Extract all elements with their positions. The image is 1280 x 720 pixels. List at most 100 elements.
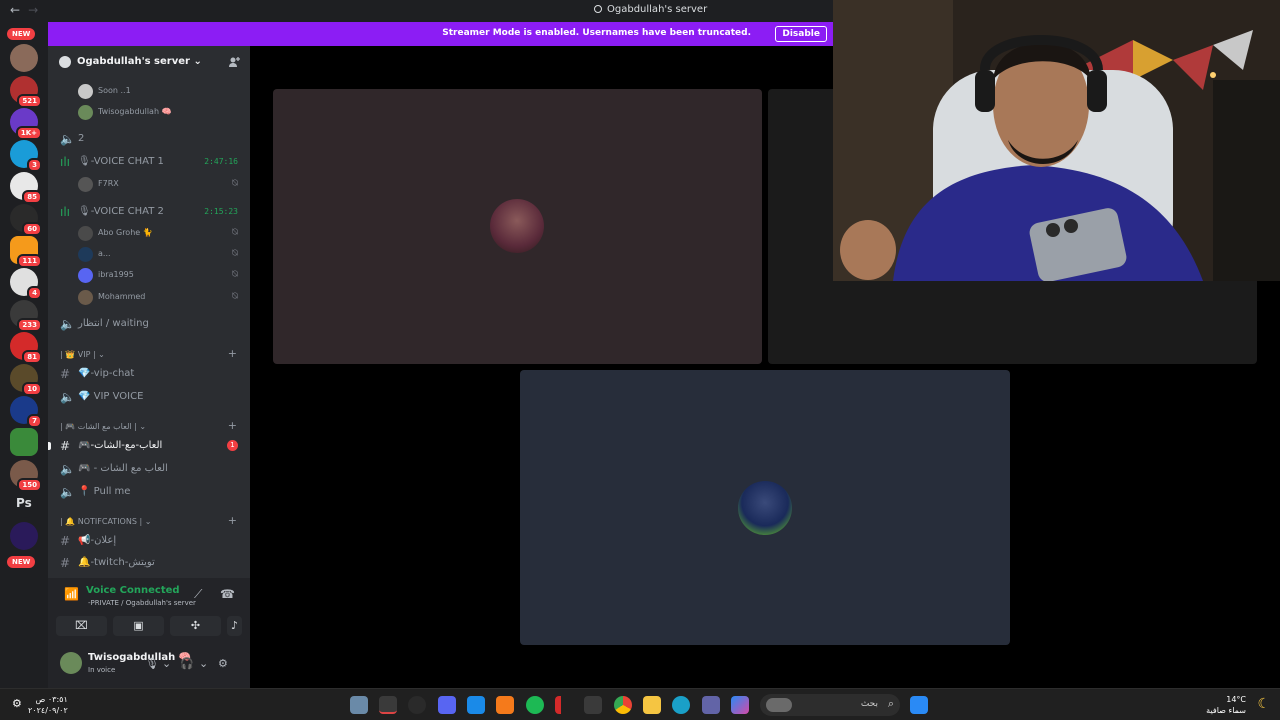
system-clock[interactable]: ٠٣:٥١ ص ٢٠٢٤/٠٩/٠٢: [28, 694, 68, 716]
weather-widget[interactable]: 14°C سماء صافية: [1206, 694, 1246, 716]
teams-icon[interactable]: [702, 696, 720, 714]
chevron-down-icon[interactable]: ⌄: [199, 657, 208, 670]
spotify-icon[interactable]: [526, 696, 544, 714]
screen-share-button[interactable]: ▣: [113, 616, 164, 636]
activities-button[interactable]: ✣: [170, 616, 221, 636]
store-icon[interactable]: [584, 696, 602, 714]
search-highlight-icon: [766, 698, 792, 712]
start-button-icon[interactable]: [910, 696, 928, 714]
signal-icon[interactable]: 📶: [64, 587, 79, 601]
server-icon-11[interactable]: 10: [10, 364, 42, 396]
voice-user[interactable]: ibra1995 ⍉: [48, 265, 250, 286]
server-icon-3[interactable]: 1K+: [10, 108, 42, 140]
text-channel-vip-chat[interactable]: # 💎-vip-chat: [48, 364, 250, 384]
participant-tile-3[interactable]: [520, 370, 1010, 645]
voice-channel-pull-me[interactable]: 🔈 📍 Pull me: [48, 482, 250, 502]
voice-channel-chat-1[interactable]: ılı 🎙-VOICE CHAT 1 2:47:16: [48, 152, 250, 172]
category-games[interactable]: | 🎮 العاب مع الشات | ⌄: [60, 422, 146, 431]
create-channel-icon[interactable]: +: [228, 347, 237, 360]
server-icon-8[interactable]: 4: [10, 268, 42, 300]
avatar[interactable]: [60, 652, 82, 674]
avatar: [78, 226, 93, 241]
nav-arrows: ← →: [10, 3, 46, 17]
voice-channel-games[interactable]: 🔈 🎮 - العاب مع الشات: [48, 459, 250, 479]
server-icon-2[interactable]: 521: [10, 76, 42, 108]
server-icon-ps[interactable]: Ps: [10, 490, 38, 518]
server-name: Ogabdullah's server ⌄: [77, 56, 202, 67]
server-icon-1[interactable]: [10, 44, 38, 72]
speaker-icon: 🔈: [60, 390, 75, 404]
server-icon-6[interactable]: 60: [10, 204, 42, 236]
channel-sidebar: Ogabdullah's server ⌄ Soon ..1 Twisogabd…: [48, 46, 250, 688]
app-icon-6[interactable]: [496, 696, 514, 714]
text-channel-twitch[interactable]: # 🔔-twitch-تويتش: [48, 553, 250, 573]
voice-status[interactable]: Voice Connected: [86, 585, 180, 596]
server-icon-7[interactable]: 111: [10, 236, 42, 268]
screen-share-icon: ▣: [133, 619, 144, 632]
headphones-icon[interactable]: 🎧: [180, 657, 194, 670]
current-user-status: In voice: [88, 666, 116, 674]
soundboard-icon: ♪: [230, 619, 239, 632]
disconnect-icon[interactable]: ☎: [220, 587, 235, 601]
settings-gear-icon[interactable]: ⚙: [218, 657, 228, 670]
create-channel-icon[interactable]: +: [228, 514, 237, 527]
voice-channel-waiting[interactable]: 🔈 انتظار / waiting: [48, 314, 250, 334]
app-icon-5[interactable]: [467, 696, 485, 714]
text-channel-announce[interactable]: # 📢-إعلان: [48, 531, 250, 551]
avatar: [78, 290, 93, 305]
text-channel-games[interactable]: # 🎮-العاب-مع-الشات 1: [48, 436, 250, 456]
copilot-icon[interactable]: [731, 696, 749, 714]
server-icon-4[interactable]: 3: [10, 140, 42, 172]
voice-channel-vip[interactable]: 🔈 💎 VIP VOICE: [48, 387, 250, 407]
voice-connection-panel: 📶 Voice Connected -PRIVATE / Ogabdullah'…: [48, 578, 250, 688]
noise-suppression-icon[interactable]: ⟋: [194, 587, 202, 602]
server-icon: [594, 5, 602, 13]
chevron-down-icon[interactable]: ⌄: [162, 657, 171, 670]
invite-people-icon[interactable]: [228, 56, 240, 68]
voice-user[interactable]: Abo Grohe 🐈 ⍉: [48, 223, 250, 244]
app-icon-1[interactable]: [350, 696, 368, 714]
camera-button[interactable]: ⌧: [56, 616, 107, 636]
chrome-icon[interactable]: [614, 696, 632, 714]
soundboard-button[interactable]: ♪: [227, 616, 242, 636]
server-icon-10[interactable]: 81: [10, 332, 42, 364]
voice-user[interactable]: Twisogabdullah 🧠: [48, 102, 250, 123]
current-user-name[interactable]: Twisogabdullah 🧠: [88, 652, 191, 663]
avatar: [78, 84, 93, 99]
voice-channel-chat-2[interactable]: ılı 🎙-VOICE CHAT 2 2:15:23: [48, 202, 250, 222]
server-logo-icon: [59, 56, 71, 68]
server-icon-14[interactable]: 150: [10, 460, 42, 492]
voice-user[interactable]: F7RX ⍉: [48, 174, 250, 195]
voice-user[interactable]: a... ⍉: [48, 244, 250, 265]
voice-channel-2[interactable]: 🔈 2: [48, 129, 250, 149]
category-vip[interactable]: | 👑 VIP | ⌄: [60, 350, 105, 359]
category-notifications[interactable]: | 🔔 NOTIFCATIONS | ⌄: [60, 517, 151, 526]
microphone-icon[interactable]: 🎙: [145, 657, 159, 670]
server-icon-12[interactable]: 7: [10, 396, 42, 428]
voice-user[interactable]: Soon ..1: [48, 81, 250, 102]
server-icon-5[interactable]: 85: [10, 172, 42, 204]
create-channel-icon[interactable]: +: [228, 419, 237, 432]
server-icon-16[interactable]: [10, 522, 38, 550]
hashtag-icon: #: [60, 439, 71, 453]
new-badge-top: NEW: [7, 28, 36, 40]
voice-user[interactable]: Mohammed ⍉: [48, 287, 250, 308]
avatar: [78, 247, 93, 262]
file-explorer-icon[interactable]: [643, 696, 661, 714]
disable-streamer-button[interactable]: Disable: [775, 26, 827, 42]
back-arrow-icon[interactable]: ←: [10, 3, 20, 17]
discord-icon[interactable]: [438, 696, 456, 714]
system-tray-icon[interactable]: ⚙: [12, 697, 22, 710]
voice-location[interactable]: -PRIVATE / Ogabdullah's server: [88, 599, 196, 607]
server-header[interactable]: Ogabdullah's server ⌄: [48, 46, 250, 80]
forward-arrow-icon[interactable]: →: [28, 3, 38, 17]
obs-icon[interactable]: [408, 696, 426, 714]
taskbar-search[interactable]: بحث ⌕: [760, 694, 900, 716]
server-icon-13[interactable]: [10, 428, 38, 456]
participant-tile-1[interactable]: [273, 89, 762, 364]
edge-icon[interactable]: [672, 696, 690, 714]
server-icon-9[interactable]: 233: [10, 300, 42, 332]
capcut-icon[interactable]: [379, 696, 397, 714]
streamer-mode-message: Streamer Mode is enabled. Usernames have…: [442, 28, 751, 38]
app-icon-8[interactable]: [555, 696, 573, 714]
